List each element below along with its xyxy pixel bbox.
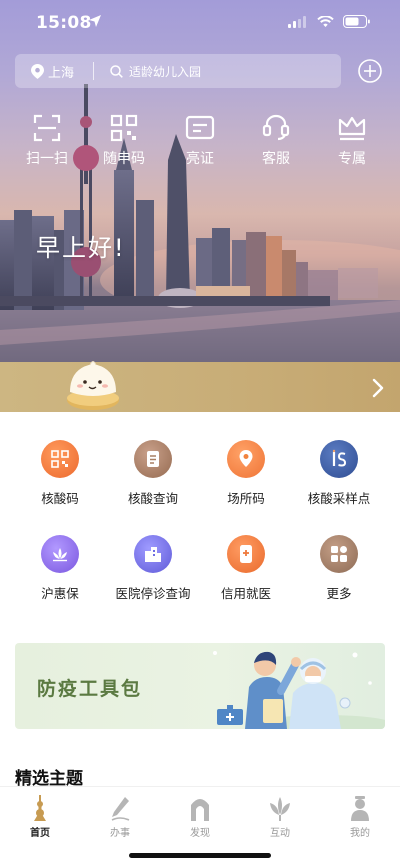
hero-banner: 15:08 上海 适龄幼儿入园 扫一扫 随申码 亮证 客服 专属 早上好!	[0, 0, 400, 412]
service-venue-code[interactable]: 场所码	[196, 440, 296, 507]
service-label: 沪惠保	[41, 586, 79, 601]
signal-icon	[288, 15, 306, 28]
scan-icon	[33, 114, 61, 142]
tab-label: 发现	[190, 828, 210, 839]
tab-label: 办事	[110, 828, 130, 839]
status-bar: 15:08	[0, 0, 400, 46]
arch-icon	[191, 799, 209, 821]
add-button[interactable]	[358, 59, 382, 83]
greeting-text: 早上好!	[36, 234, 126, 262]
service-huhuibao[interactable]: 沪惠保	[10, 535, 110, 602]
service-label: 更多	[326, 586, 352, 601]
search-placeholder: 适龄幼儿入园	[129, 64, 202, 79]
wifi-icon	[317, 15, 334, 27]
tab-discover[interactable]: 发现	[170, 795, 230, 839]
service-nucleic-query[interactable]: 核酸查询	[103, 440, 203, 507]
promo-banner[interactable]	[0, 362, 400, 412]
tab-interact[interactable]: 互动	[250, 795, 310, 839]
service-label: 核酸采样点	[307, 491, 371, 506]
quick-action-label: 客服	[262, 151, 290, 167]
service-more[interactable]: 更多	[289, 535, 389, 602]
tab-label: 互动	[270, 828, 290, 839]
quick-action-exclusive[interactable]: 专属	[317, 114, 387, 168]
service-label: 信用就医	[220, 586, 271, 601]
crown-icon	[338, 116, 366, 141]
location-arrow-icon	[89, 15, 101, 27]
dumpling-mascot-icon	[67, 361, 119, 410]
service-credit-medical[interactable]: 信用就医	[196, 535, 296, 602]
magnolia-icon	[270, 797, 290, 821]
tab-profile[interactable]: 我的	[330, 795, 390, 839]
service-nucleic-code[interactable]: 核酸码	[10, 440, 110, 507]
home-tower-icon	[34, 795, 46, 821]
lotus-icon	[41, 535, 79, 573]
city-selector[interactable]: 上海	[15, 62, 93, 81]
quick-action-label: 随申码	[103, 151, 145, 167]
id-card-icon	[185, 115, 215, 140]
quick-action-label: 亮证	[186, 151, 214, 167]
service-hospital-closure[interactable]: 医院停诊查询	[103, 535, 203, 602]
pen-icon	[111, 797, 130, 821]
service-sampling-sites[interactable]: 核酸采样点	[289, 440, 389, 507]
service-label: 核酸码	[41, 491, 79, 506]
epidemic-toolkit-card[interactable]: 防疫工具包	[15, 643, 385, 729]
home-indicator	[129, 853, 271, 858]
medical-staff-illustration	[213, 651, 385, 729]
service-label: 核酸查询	[127, 491, 178, 506]
phone-medical-icon	[227, 535, 265, 573]
tab-home[interactable]: 首页	[10, 795, 70, 839]
status-time: 15:08	[36, 13, 92, 33]
qr-code-icon	[41, 440, 79, 478]
location-pin-icon	[227, 440, 265, 478]
more-grid-icon	[320, 535, 358, 573]
customer-service-icon	[262, 114, 290, 141]
quick-action-customer-service[interactable]: 客服	[241, 114, 311, 168]
quick-action-label: 扫一扫	[26, 151, 68, 167]
tab-services[interactable]: 办事	[90, 795, 150, 839]
tab-label: 首页	[30, 828, 50, 839]
hospital-icon	[134, 535, 172, 573]
quick-action-label: 专属	[338, 151, 366, 167]
document-icon	[134, 440, 172, 478]
qr-code-icon	[110, 114, 138, 142]
sampling-site-icon	[320, 440, 358, 478]
search-icon	[110, 64, 123, 78]
search-input[interactable]: 适龄幼儿入园	[94, 63, 201, 80]
chevron-right-icon	[372, 378, 384, 398]
search-bar[interactable]: 上海 适龄幼儿入园	[15, 54, 341, 88]
service-label: 医院停诊查询	[115, 586, 191, 601]
service-label: 场所码	[227, 491, 265, 506]
person-icon	[351, 796, 369, 821]
quick-actions: 扫一扫 随申码 亮证 客服 专属	[0, 114, 400, 178]
quick-action-health-code[interactable]: 随申码	[89, 114, 159, 168]
status-indicators	[288, 15, 370, 28]
battery-icon	[343, 15, 370, 28]
location-pin-icon	[31, 63, 44, 79]
toolkit-title: 防疫工具包	[37, 678, 143, 700]
city-label: 上海	[48, 65, 75, 81]
quick-action-show-id[interactable]: 亮证	[165, 114, 235, 168]
tab-label: 我的	[350, 828, 370, 839]
quick-action-scan[interactable]: 扫一扫	[12, 114, 82, 168]
